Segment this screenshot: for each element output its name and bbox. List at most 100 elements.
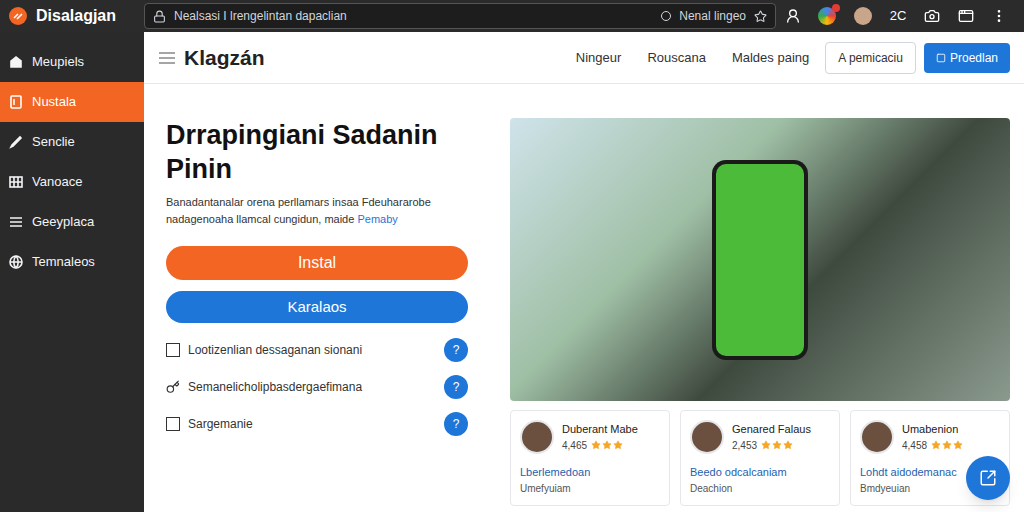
counter-text: 2C [890,6,907,26]
sidebar-label: Geeyplaca [32,212,94,232]
secondary-button[interactable]: Karalaos [166,291,468,323]
star-icon [783,440,793,450]
hero-media: Duberant Mabe4,465 LberlemedoanUmefyuiam G… [510,118,1010,512]
sidebar-label: Temnaleos [32,252,95,272]
phone-screen [716,164,804,356]
hamburger-icon[interactable] [158,51,176,65]
floating-button[interactable] [966,456,1010,500]
sidebar-label: Meupiels [32,52,84,72]
square-icon [936,53,946,63]
bookmark-icon[interactable] [754,10,767,23]
checkbox[interactable] [166,417,180,431]
sidebar-item[interactable]: Geeyplaca [0,202,144,242]
nav-link[interactable]: Maldes paing [732,48,809,68]
lock-icon [153,10,166,23]
review-meta: Umabenion4,458 [902,421,963,453]
option-row[interactable]: Sargemanie? [166,411,468,437]
menu-icon[interactable] [991,8,1007,24]
hero: Drrapingiani Sadanin PininBanadantanalar… [166,118,468,512]
sidebar-item[interactable]: Vanoace [0,162,144,202]
options: Lootizenlian dessaganan sionani? Semaneli… [166,337,468,437]
option-row[interactable]: Semanelicholipbasdergaefimana? [166,374,468,400]
hero-photo [510,118,1010,401]
phone-mockup [712,160,808,360]
star-icon [772,440,782,450]
sidebar-item[interactable]: Nustala [0,82,144,122]
outline-button[interactable]: A pemicaciu [825,42,916,74]
app: Disalagjan Nealsasi I lrengelintan dapacl… [0,0,1024,512]
review-title: Beedo odcalcaniam [690,464,830,481]
review-rating: 2,453 [732,438,811,453]
checkbox[interactable] [166,343,180,357]
sidebar-item[interactable]: Temnaleos [0,242,144,282]
key-icon [166,380,180,394]
browser-bar: Disalagjan Nealsasi I lrengelintan dapacl… [0,0,1024,32]
review-card[interactable]: Duberant Mabe4,465 LberlemedoanUmefyuiam [510,410,670,506]
main: KlagzánNingeurRouscanaMaldes paingA pemi… [144,32,1024,512]
avatar [860,420,894,454]
extension-icon[interactable] [818,7,836,25]
globe-icon [8,254,24,270]
review-head: Umabenion4,458 [860,420,1000,454]
review-meta: Duberant Mabe4,465 [562,421,638,453]
help-button[interactable]: ? [444,412,468,436]
address-right-text: Nenal lingeo [679,7,746,25]
star-icon [613,440,623,450]
star-icon [761,440,771,450]
browser-toolbar: 2C [776,6,1024,26]
avatar [690,420,724,454]
body: Meupiels Nustala Senclie Vanoace Geeyplaca Te… [0,32,1024,512]
install-button[interactable]: Instal [166,246,468,280]
review-meta: Genared Falaus2,453 [732,421,811,453]
header: KlagzánNingeurRouscanaMaldes paingA pemi… [144,32,1024,84]
avatar [520,420,554,454]
sidebar-item[interactable]: Senclie [0,122,144,162]
star-icon [931,440,941,450]
profile-avatar[interactable] [854,7,872,25]
address-text: Nealsasi I lrengelintan dapaclian [174,7,653,25]
review-rating: 4,465 [562,438,638,453]
review-rating: 4,458 [902,438,963,453]
address-bar[interactable]: Nealsasi I lrengelintan dapaclian Nenal l… [144,3,776,29]
reviews: Duberant Mabe4,465 LberlemedoanUmefyuiam G… [510,410,1010,506]
star-rating [591,440,623,450]
sidebar-label: Senclie [32,132,75,152]
hero-description: Banadantanalar orena perllamars insaa Fd… [166,194,468,228]
review-subtitle: Deachion [690,481,830,496]
nav-link[interactable]: Ningeur [576,48,622,68]
pen-icon [8,134,24,150]
star-rating [761,440,793,450]
sidebar-label: Nustala [32,92,76,112]
home-icon [8,54,24,70]
sidebar-label: Vanoace [32,172,82,192]
option-row[interactable]: Lootizenlian dessaganan sionani? [166,337,468,363]
star-icon [602,440,612,450]
address-circle-icon [661,11,671,21]
window-icon[interactable] [958,8,974,24]
star-rating [931,440,963,450]
review-title: Lberlemedoan [520,464,660,481]
browser-logo[interactable]: Disalagjan [0,4,144,28]
hero-link[interactable]: Pemaby [357,213,397,225]
install-icon [8,94,24,110]
review-name: Umabenion [902,421,963,438]
primary-button[interactable]: Proedlan [924,43,1010,73]
sidebar: Meupiels Nustala Senclie Vanoace Geeyplaca Te… [0,32,144,512]
review-subtitle: Umefyuiam [520,481,660,496]
camera-icon[interactable] [924,8,940,24]
sidebar-item[interactable]: Meupiels [0,42,144,82]
review-head: Duberant Mabe4,465 [520,420,660,454]
account-icon[interactable] [785,8,801,24]
review-head: Genared Falaus2,453 [690,420,830,454]
help-button[interactable]: ? [444,375,468,399]
help-button[interactable]: ? [444,338,468,362]
browser-title: Disalagjan [36,4,116,28]
review-card[interactable]: Genared Falaus2,453 Beedo odcalcaniamDeac… [680,410,840,506]
header-nav: Ningeur Rouscana Maldes paing [576,48,809,68]
review-name: Duberant Mabe [562,421,638,438]
review-name: Genared Falaus [732,421,811,438]
logo-icon [8,6,28,26]
nav-link[interactable]: Rouscana [647,48,706,68]
star-icon [953,440,963,450]
list-icon [8,214,24,230]
